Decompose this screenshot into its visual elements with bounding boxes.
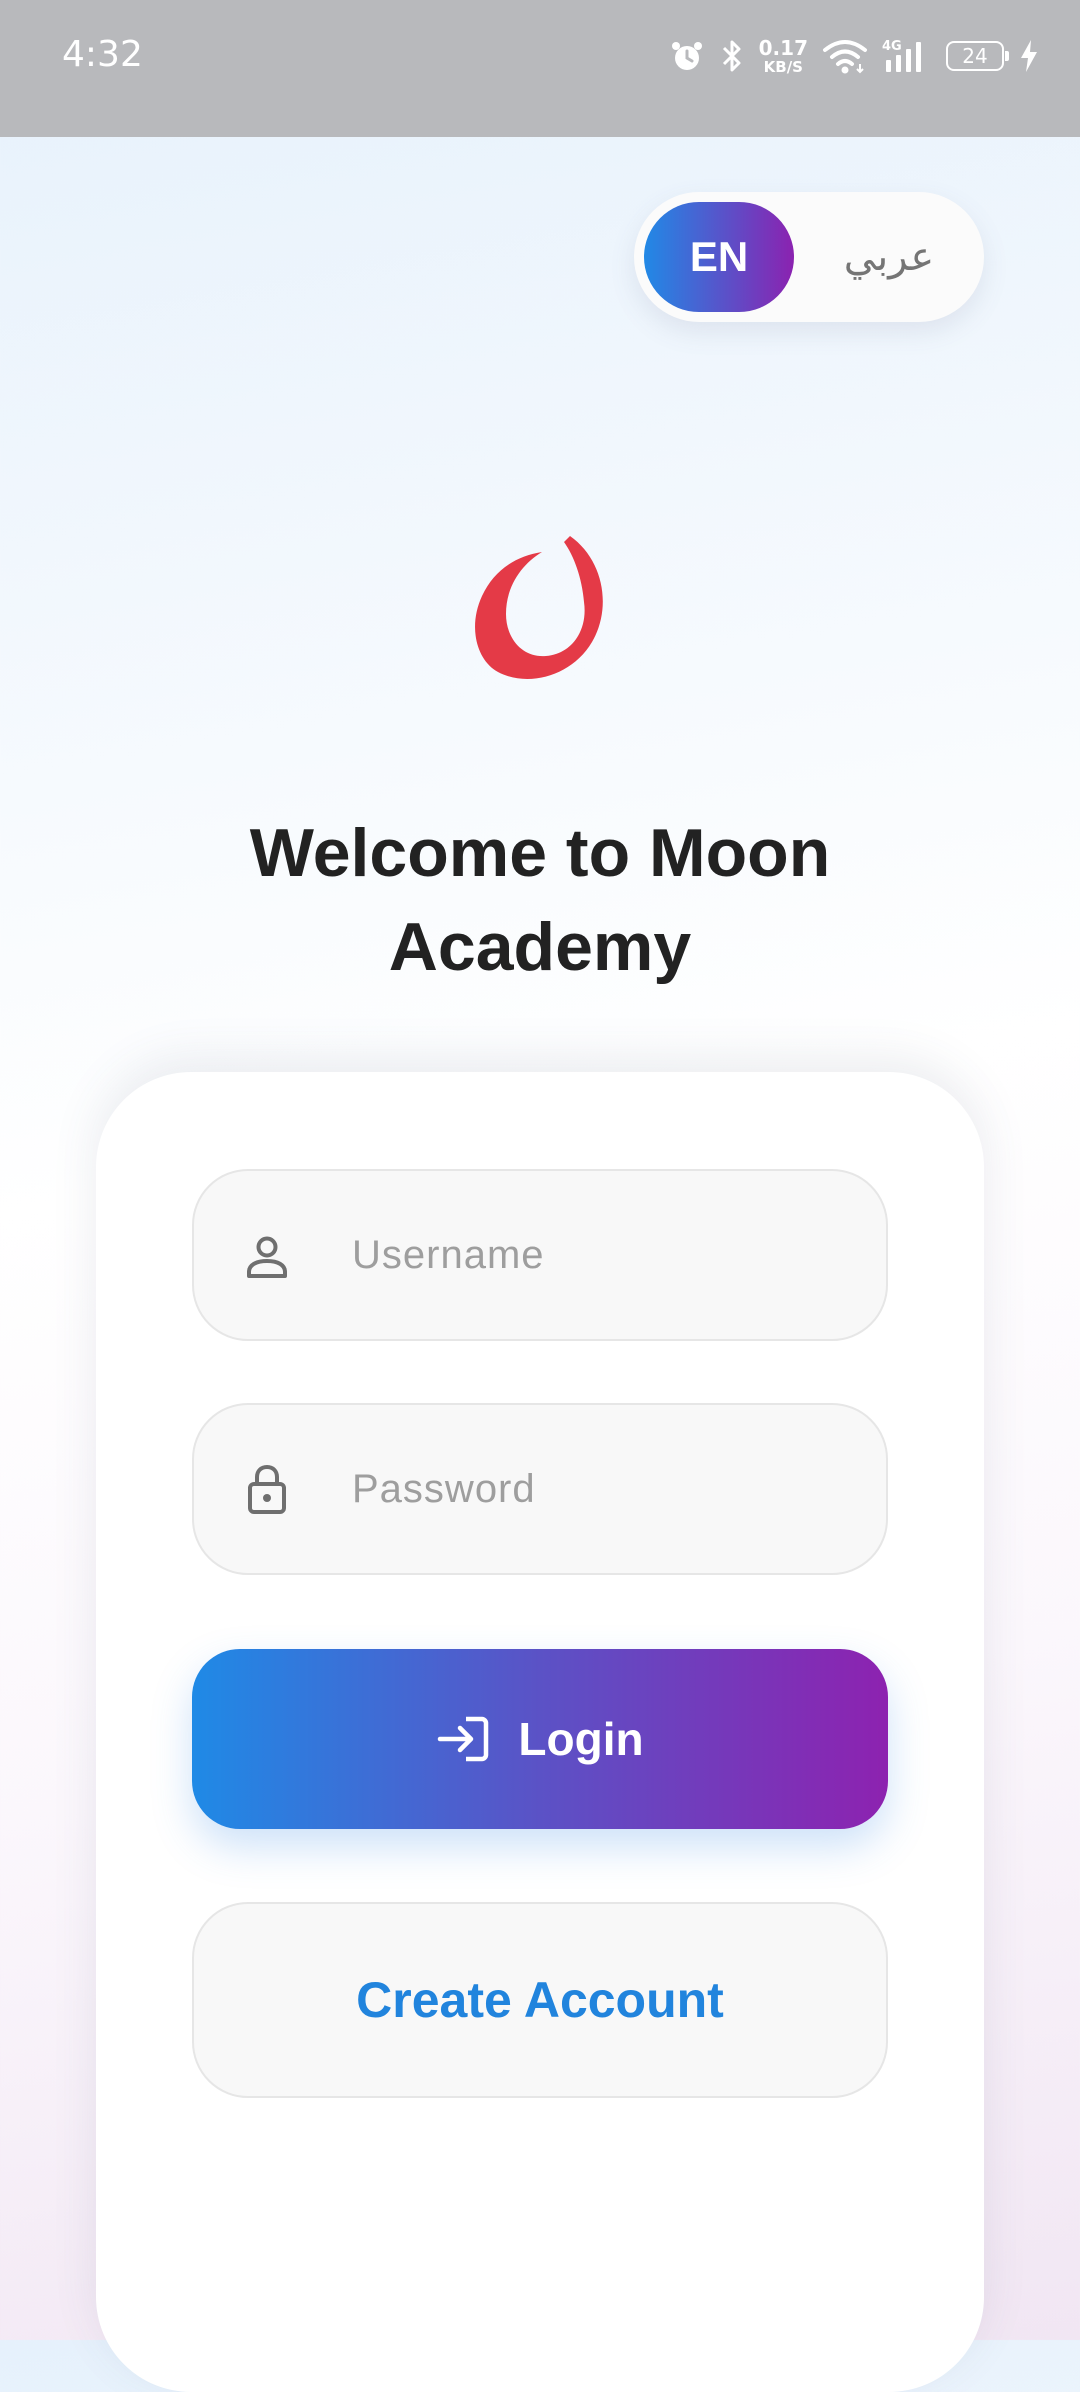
language-option-arabic[interactable]: عربي [809,202,969,312]
login-button[interactable]: Login [192,1649,888,1829]
username-input[interactable] [352,1171,852,1339]
username-field[interactable] [192,1169,888,1341]
alarm-icon [669,38,705,74]
language-toggle[interactable]: EN عربي [634,192,984,322]
password-input[interactable] [352,1405,852,1573]
login-arrow-icon [436,1713,492,1765]
moon-crescent-icon [470,530,610,685]
status-icons: 0.17 KB/S 4G 24 [669,30,1040,82]
create-account-label: Create Account [356,1972,724,2028]
page-title: Welcome to Moon Academy [249,815,831,985]
status-time: 4:32 [62,34,143,75]
wifi-icon [822,38,868,74]
network-speed-value: 0.17 [758,35,808,60]
network-speed-unit: KB/S [763,57,803,76]
language-english-label: EN [689,233,749,280]
network-speed: 0.17 KB/S [759,38,808,75]
battery-level: 24 [962,44,988,68]
signal-icon: 4G [882,38,932,74]
battery-icon: 24 [946,41,1009,71]
bluetooth-icon [719,37,745,75]
language-option-english[interactable]: EN [644,202,794,312]
status-bar: 4:32 0.17 KB/S 4G 24 [0,0,1080,137]
lock-icon [244,1464,290,1514]
language-arabic-label: عربي [843,234,935,280]
charging-icon [1018,38,1040,74]
svg-text:4G: 4G [882,39,902,54]
create-account-button[interactable]: Create Account [192,1902,888,2098]
user-icon [244,1234,290,1280]
login-label: Login [518,1713,644,1765]
password-field[interactable] [192,1403,888,1575]
